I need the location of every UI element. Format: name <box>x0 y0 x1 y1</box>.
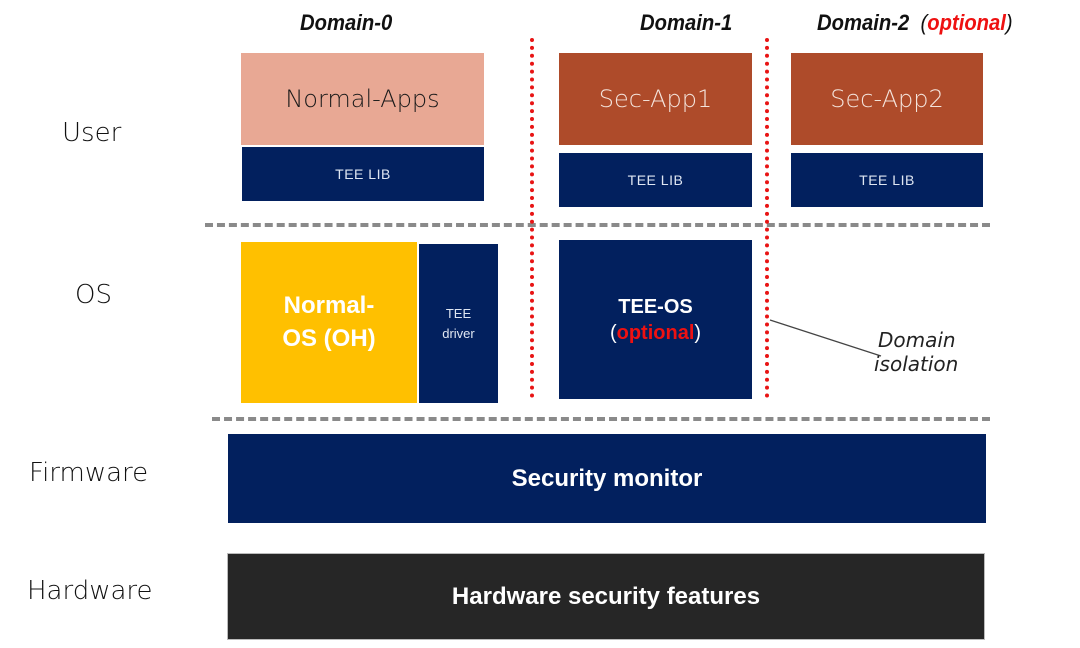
layer-label-user: User <box>62 118 122 148</box>
sec-app1-label: Sec-App1 <box>598 85 713 113</box>
tee-lib-box-domain-2: TEE LIB <box>791 153 983 207</box>
normal-os-box: Normal- OS (OH) <box>241 242 417 403</box>
security-monitor-box: Security monitor <box>228 434 986 523</box>
hardware-security-features-box: Hardware security features <box>227 553 985 640</box>
user-os-separator <box>205 223 990 227</box>
domain-2-optional: optional <box>927 10 1006 35</box>
tee-driver-label-line2: driver <box>442 325 475 341</box>
tee-lib-label: TEE LIB <box>859 172 915 188</box>
domain-2-paren-open: ( <box>920 10 928 35</box>
domain-isolation-annotation: Domain isolation <box>874 328 958 376</box>
domain-2-title: Domain-2 (optional) <box>817 10 1013 36</box>
normal-os-label-line2: OS (OH) <box>282 324 376 352</box>
annotation-leader-line <box>769 319 882 357</box>
tee-lib-label: TEE LIB <box>335 166 391 182</box>
domain-1-title: Domain-1 <box>640 10 733 35</box>
annotation-line2: isolation <box>874 352 959 376</box>
layer-label-firmware: Firmware <box>29 458 149 488</box>
leader-line <box>769 319 882 357</box>
normal-apps-label: Normal-Apps <box>285 85 440 113</box>
tee-os-optional-line: (optional) <box>610 320 701 346</box>
layer-label-hardware: Hardware <box>27 576 153 606</box>
domain-2-label: Domain-2 <box>817 10 910 35</box>
sec-app2-label: Sec-App2 <box>830 85 944 113</box>
tee-driver-box: TEE driver <box>419 244 498 403</box>
tee-driver-label-line1: TEE <box>445 306 472 321</box>
domain-isolation-line-1 <box>530 38 534 398</box>
security-monitor-label: Security monitor <box>511 464 703 492</box>
tee-os-paren-close: ) <box>694 321 702 344</box>
domain-0-title: Domain-0 <box>300 10 393 35</box>
domain-2-paren-close: ) <box>1005 10 1013 35</box>
hardware-security-features-label: Hardware security features <box>451 582 761 610</box>
annotation-line1: Domain <box>878 328 956 352</box>
os-firmware-separator <box>212 417 990 421</box>
tee-os-optional: optional <box>616 321 695 344</box>
tee-os-paren-open: ( <box>609 321 617 344</box>
layer-label-os: OS <box>75 280 112 310</box>
tee-lib-box-domain-1: TEE LIB <box>559 153 752 207</box>
sec-app2-box: Sec-App2 <box>791 53 983 145</box>
normal-apps-box: Normal-Apps <box>241 53 484 145</box>
tee-os-box: TEE-OS (optional) <box>559 240 752 399</box>
tee-lib-label: TEE LIB <box>627 172 684 188</box>
tee-os-label: TEE-OS <box>618 295 693 318</box>
normal-os-label-line1: Normal- <box>283 292 375 320</box>
tee-lib-box-domain-0: TEE LIB <box>242 147 484 201</box>
sec-app1-box: Sec-App1 <box>559 53 752 145</box>
